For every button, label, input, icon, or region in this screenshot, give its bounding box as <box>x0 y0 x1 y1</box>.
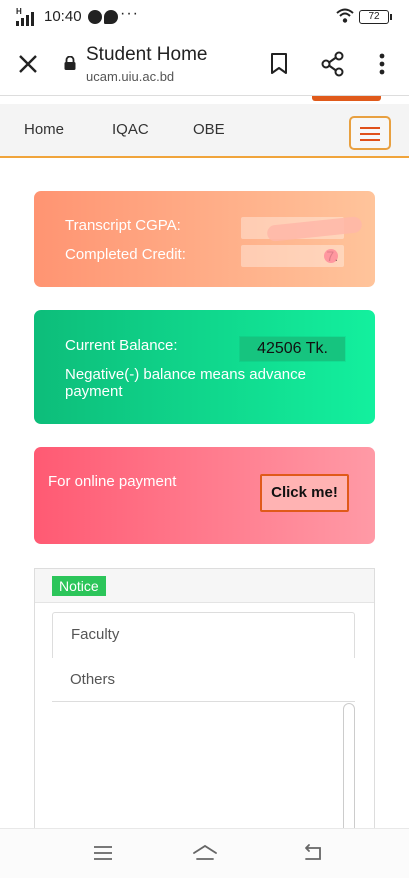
lock-icon <box>64 56 76 70</box>
balance-value: 42506 Tk. <box>240 337 345 361</box>
balance-note: Negative(-) balance means advance paymen… <box>65 366 306 400</box>
back-icon[interactable] <box>302 843 324 863</box>
cgpa-label: Transcript CGPA: <box>65 217 181 234</box>
site-nav: Home IQAC OBE <box>0 104 409 158</box>
close-icon[interactable] <box>16 52 40 76</box>
balance-card: Current Balance: 42506 Tk. Negative(-) b… <box>34 310 375 424</box>
home-icon[interactable] <box>192 843 218 863</box>
page-title: Student Home <box>86 44 208 65</box>
chat-notification-icon <box>104 10 118 24</box>
payment-card: For online payment Click me! <box>34 447 375 544</box>
app-notification-icon <box>88 10 102 24</box>
cgpa-card: Transcript CGPA: Completed Credit: 7. <box>34 191 375 287</box>
recents-icon[interactable] <box>92 843 114 863</box>
network-type: H <box>16 7 22 16</box>
browser-toolbar: Student Home ucam.uiu.ac.bd <box>0 36 409 96</box>
system-nav-bar <box>0 828 409 878</box>
status-time: 10:40 <box>44 8 82 25</box>
payment-label: For online payment <box>48 473 177 490</box>
redaction-dot <box>324 249 338 263</box>
pay-online-button[interactable]: Click me! <box>260 474 349 512</box>
credit-label: Completed Credit: <box>65 246 186 263</box>
share-icon[interactable] <box>321 51 345 77</box>
menu-icon[interactable] <box>349 116 391 150</box>
page-url[interactable]: ucam.uiu.ac.bd <box>86 69 174 84</box>
notice-badge: Notice <box>52 576 106 596</box>
nav-iqac[interactable]: IQAC <box>112 121 149 138</box>
tab-faculty[interactable]: Faculty <box>52 612 355 658</box>
more-notifications-icon: ··· <box>120 5 139 22</box>
signal-icon: H <box>16 7 40 26</box>
notice-header: Notice <box>35 569 374 603</box>
more-vert-icon[interactable] <box>376 52 388 76</box>
nav-obe[interactable]: OBE <box>193 121 225 138</box>
status-bar: H 10:40 ··· 72 <box>0 0 409 36</box>
tab-others[interactable]: Others <box>52 658 355 702</box>
bookmark-icon[interactable] <box>269 52 289 76</box>
nav-home[interactable]: Home <box>24 121 64 138</box>
wifi-icon <box>336 8 354 23</box>
header-accent-tab <box>312 96 381 101</box>
battery-icon: 72 <box>359 10 392 24</box>
notice-panel: Notice Faculty Others <box>34 568 375 849</box>
balance-label: Current Balance: <box>65 337 178 354</box>
